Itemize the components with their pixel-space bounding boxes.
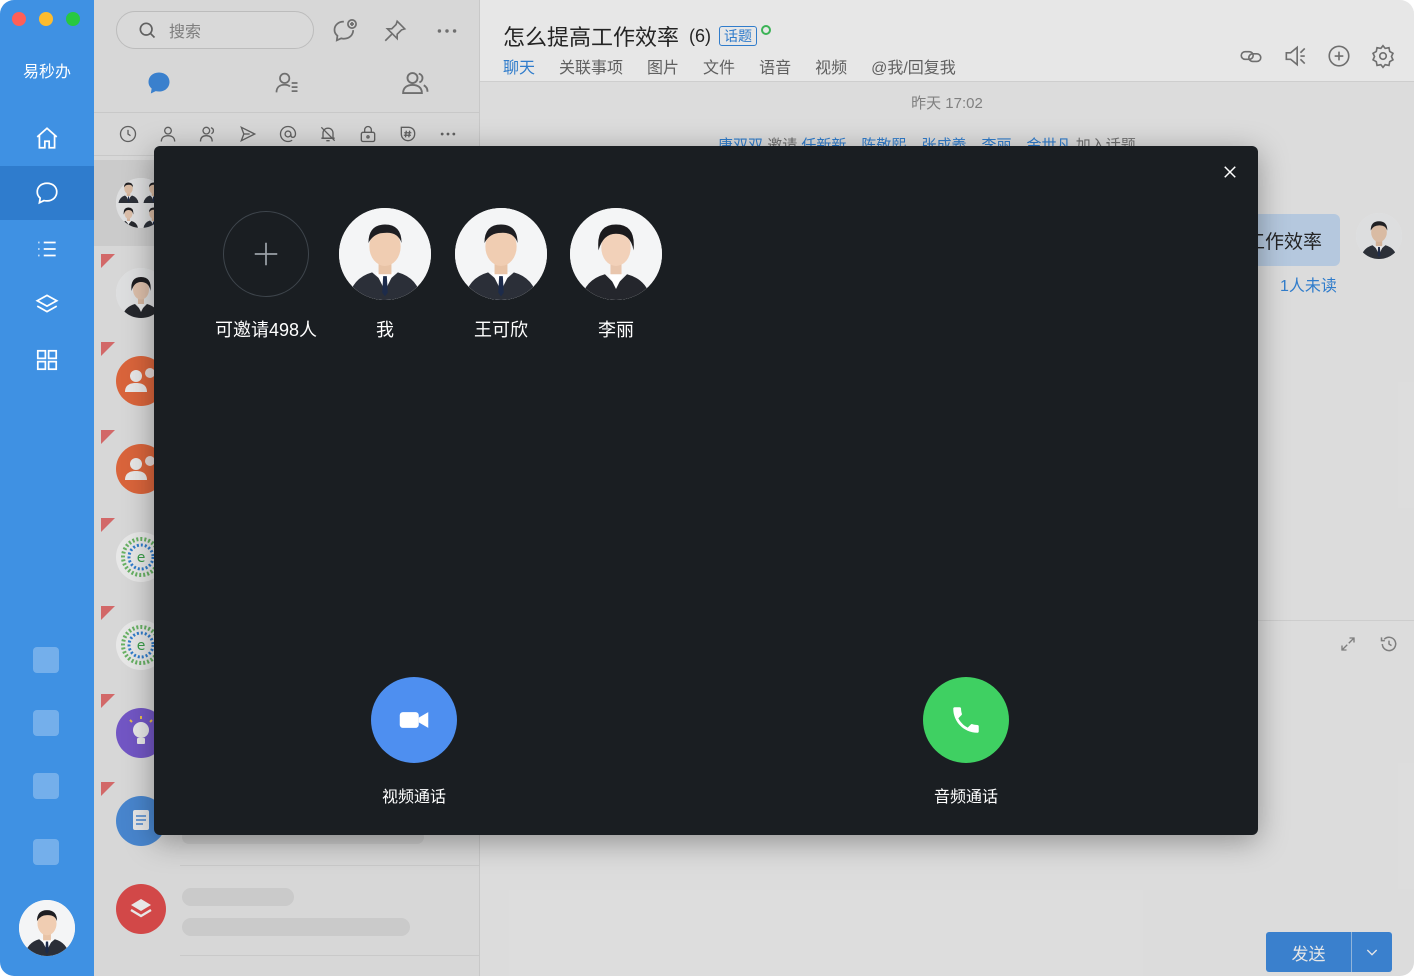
nav-placeholder-1[interactable] <box>33 647 59 673</box>
user-avatar[interactable] <box>19 900 75 956</box>
member-name: 我 <box>376 320 394 340</box>
nav-placeholder-4[interactable] <box>33 839 59 865</box>
call-member: 我 <box>320 208 450 342</box>
phone-icon <box>953 707 979 733</box>
member-name: 李丽 <box>598 320 634 340</box>
nav-list[interactable] <box>0 222 94 276</box>
audio-call-button[interactable] <box>923 677 1009 763</box>
close-button[interactable] <box>1218 160 1242 184</box>
audio-call-label: 音频通话 <box>933 789 998 806</box>
home-icon <box>36 127 58 149</box>
app-window: 易秒办 搜索 e e 怎么提高工作效率 (6) 话题 聊天 关联事项 图片 文件… <box>0 0 1414 976</box>
layers-icon <box>35 294 59 313</box>
member-avatar <box>339 208 431 300</box>
audio-call-option: 音频通话 <box>886 677 1046 807</box>
close-window-button[interactable] <box>12 12 26 26</box>
chat-bubble-icon <box>36 182 58 205</box>
minimize-window-button[interactable] <box>39 12 53 26</box>
nav-placeholder-3[interactable] <box>33 773 59 799</box>
video-call-label: 视频通话 <box>381 789 446 806</box>
call-member: 王可欣 <box>436 208 566 342</box>
video-camera-icon <box>399 712 429 728</box>
video-call-option: 视频通话 <box>334 677 494 807</box>
invite-member-button[interactable]: 可邀请498人 <box>201 208 331 342</box>
grid-icon <box>36 349 58 371</box>
maximize-window-button[interactable] <box>66 12 80 26</box>
nav-placeholder-2[interactable] <box>33 710 59 736</box>
plus-icon <box>254 242 278 266</box>
app-name: 易秒办 <box>22 64 71 81</box>
call-modal: 可邀请498人 我 王可欣 李丽 视频通话 音频通话 <box>154 146 1258 835</box>
invite-label: 可邀请498人 <box>214 320 318 340</box>
nav-messages[interactable] <box>0 166 94 220</box>
invite-circle[interactable] <box>223 211 309 297</box>
video-call-button[interactable] <box>371 677 457 763</box>
member-avatar <box>570 208 662 300</box>
member-avatar <box>455 208 547 300</box>
list-icon <box>38 241 56 257</box>
nav-home[interactable] <box>0 111 94 165</box>
nav-layers[interactable] <box>0 277 94 331</box>
member-name: 王可欣 <box>474 320 528 340</box>
close-icon <box>1224 166 1236 178</box>
nav-apps[interactable] <box>0 333 94 387</box>
call-member: 李丽 <box>551 208 681 342</box>
main-nav: 易秒办 <box>0 0 94 976</box>
